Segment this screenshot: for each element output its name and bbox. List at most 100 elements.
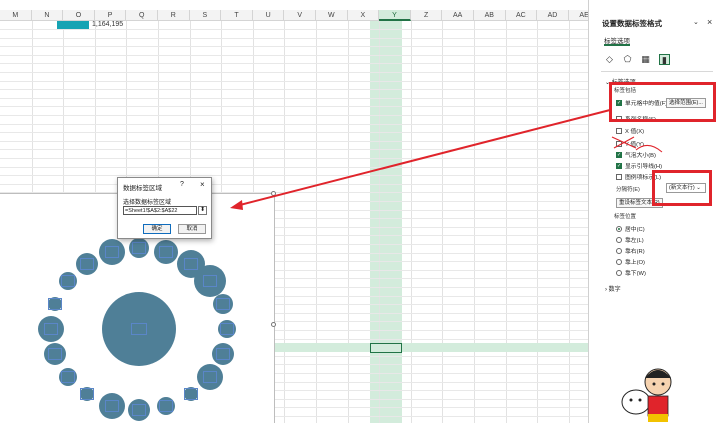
range-input[interactable]: =Sheet1!$A$2:$A$22 bbox=[123, 206, 197, 215]
spreadsheet-area[interactable]: M N O P Q R S T U V W X Y Z AA AB AC AD AE 1,164,195 数据标签区… bbox=[0, 0, 588, 423]
bubble-data-label[interactable] bbox=[132, 242, 146, 255]
bubble-data-label[interactable] bbox=[220, 323, 234, 335]
column-header-ac[interactable]: AC bbox=[506, 10, 538, 21]
gridline-horizontal bbox=[0, 29, 588, 30]
column-header-x[interactable]: X bbox=[348, 10, 380, 21]
label-option-2[interactable]: X 值(X) bbox=[616, 126, 644, 135]
pane-title: 设置数据标签格式 bbox=[602, 19, 662, 28]
bubble-data-label[interactable] bbox=[80, 257, 95, 270]
radio-label: 靠上(O) bbox=[625, 260, 645, 266]
column-header-q[interactable]: Q bbox=[126, 10, 158, 21]
collapse-dialog-icon[interactable]: ⬍ bbox=[198, 206, 207, 215]
radio-button[interactable] bbox=[616, 247, 622, 254]
label-position-3[interactable]: 靠上(O) bbox=[616, 257, 645, 266]
help-icon[interactable]: ? bbox=[180, 181, 184, 188]
column-header-w[interactable]: W bbox=[316, 10, 348, 21]
bubble-data-label[interactable] bbox=[60, 370, 75, 383]
radio-label: 靠右(R) bbox=[625, 249, 645, 255]
data-label-range-dialog: 数据标签区域 ? × 选择数据标签区域 =Sheet1!$A$2:$A$22 ⬍… bbox=[117, 177, 212, 239]
column-header-z[interactable]: Z bbox=[411, 10, 443, 21]
close-icon[interactable]: × bbox=[200, 180, 205, 189]
column-header-n[interactable]: N bbox=[32, 10, 64, 21]
column-header-bar: M N O P Q R S T U V W X Y Z AA AB AC AD AE bbox=[0, 10, 588, 21]
bubble-data-label[interactable] bbox=[203, 275, 218, 288]
checkbox[interactable]: ✓ bbox=[616, 151, 622, 158]
column-header-ae[interactable]: AE bbox=[569, 10, 588, 21]
gridline-horizontal bbox=[0, 46, 588, 48]
column-header-s[interactable]: S bbox=[190, 10, 222, 21]
bubble-data-label[interactable] bbox=[44, 323, 58, 335]
cartoon-sticker bbox=[621, 368, 672, 422]
radio-button[interactable] bbox=[616, 236, 622, 243]
gridline-horizontal bbox=[0, 149, 588, 151]
active-cell[interactable] bbox=[370, 343, 402, 353]
checkbox[interactable] bbox=[616, 173, 622, 180]
column-header-t[interactable]: T bbox=[221, 10, 253, 21]
label-position-1[interactable]: 靠左(L) bbox=[616, 235, 644, 244]
checkbox[interactable] bbox=[616, 140, 622, 147]
chevron-down-icon[interactable]: ⌄ bbox=[693, 18, 699, 26]
section-number[interactable]: › 数字 bbox=[605, 284, 621, 293]
bubble-data-label[interactable] bbox=[48, 297, 63, 310]
bubble-data-label[interactable] bbox=[80, 388, 95, 401]
bubble-data-label[interactable] bbox=[183, 388, 198, 401]
label-options-icon[interactable]: ▮ bbox=[659, 54, 670, 65]
column-header-o[interactable]: O bbox=[63, 10, 95, 21]
bubble-data-label[interactable] bbox=[215, 348, 230, 361]
bubble-data-label[interactable] bbox=[104, 246, 119, 258]
bubble-data-label[interactable] bbox=[131, 323, 147, 335]
column-header-m[interactable]: M bbox=[0, 10, 32, 21]
fill-line-icon[interactable]: ◇ bbox=[604, 54, 615, 65]
size-properties-icon[interactable]: ▦ bbox=[640, 54, 651, 65]
column-header-ab[interactable]: AB bbox=[474, 10, 506, 21]
close-pane-icon[interactable]: × bbox=[707, 17, 712, 27]
ok-button[interactable]: 确定 bbox=[143, 224, 171, 234]
chart-resize-handle-top[interactable] bbox=[271, 191, 276, 196]
bubble-data-label[interactable] bbox=[132, 403, 146, 416]
bubble-data-label[interactable] bbox=[48, 348, 63, 361]
bubble-data-label[interactable] bbox=[104, 399, 119, 412]
bubble-data-label[interactable] bbox=[159, 399, 174, 412]
bubble-data-label[interactable] bbox=[203, 370, 218, 383]
label-option-5[interactable]: ✓ 显示引导线(H) bbox=[616, 161, 662, 170]
gridline-horizontal bbox=[0, 183, 588, 185]
radio-button[interactable] bbox=[616, 269, 622, 276]
bubble-data-label[interactable] bbox=[60, 275, 75, 288]
label-option-4[interactable]: ✓ 气泡大小(B) bbox=[616, 150, 656, 159]
bubble-data-label[interactable] bbox=[159, 246, 174, 258]
gridline-horizontal bbox=[0, 175, 588, 177]
bubble-data-label[interactable] bbox=[215, 297, 230, 310]
gridline-horizontal bbox=[0, 132, 588, 134]
column-header-v[interactable]: V bbox=[284, 10, 316, 21]
gridline-horizontal bbox=[0, 63, 588, 65]
chart-resize-handle-right[interactable] bbox=[271, 322, 276, 327]
gridline-horizontal bbox=[0, 158, 588, 159]
column-header-ad[interactable]: AD bbox=[537, 10, 569, 21]
column-header-u[interactable]: U bbox=[253, 10, 285, 21]
radio-button[interactable] bbox=[616, 225, 622, 232]
radio-button[interactable] bbox=[616, 258, 622, 265]
checkbox[interactable]: ✓ bbox=[616, 162, 622, 169]
column-header-y[interactable]: Y bbox=[379, 10, 411, 21]
label-position-2[interactable]: 靠右(R) bbox=[616, 246, 645, 255]
gridline-horizontal bbox=[0, 115, 588, 116]
label-position-0[interactable]: 居中(C) bbox=[616, 224, 645, 233]
column-header-r[interactable]: R bbox=[158, 10, 190, 21]
gridline-horizontal bbox=[0, 89, 588, 91]
pane-divider bbox=[601, 71, 713, 72]
label-position-4[interactable]: 靠下(W) bbox=[616, 268, 646, 277]
checkbox-label: 气泡大小(B) bbox=[625, 153, 656, 159]
column-header-p[interactable]: P bbox=[95, 10, 127, 21]
gridline-horizontal bbox=[0, 72, 588, 73]
cancel-button[interactable]: 取消 bbox=[178, 224, 206, 234]
column-header-aa[interactable]: AA bbox=[442, 10, 474, 21]
radio-label: 靠左(L) bbox=[625, 238, 644, 244]
section-number-text: 数字 bbox=[608, 287, 621, 293]
gridline-horizontal bbox=[0, 54, 588, 56]
checkbox[interactable] bbox=[616, 127, 622, 134]
label-position-heading: 标签位置 bbox=[614, 214, 637, 220]
gridline-horizontal bbox=[0, 97, 588, 99]
label-option-3[interactable]: Y 值(Y) bbox=[616, 139, 644, 148]
effects-icon[interactable]: ⬠ bbox=[622, 54, 633, 65]
bubble-data-label[interactable] bbox=[183, 257, 198, 270]
